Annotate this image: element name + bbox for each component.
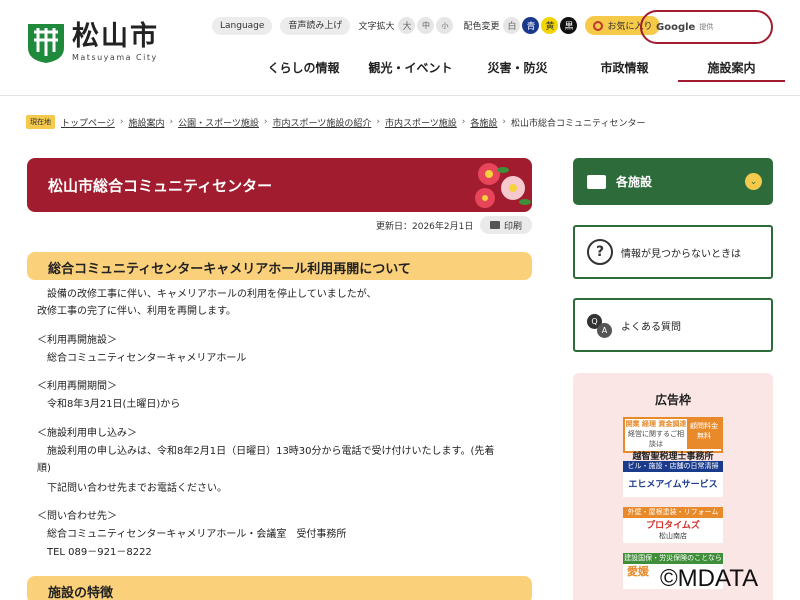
phone-number: TEL 089－921－8222	[47, 547, 152, 558]
ad-name: エヒメアイムサービス	[628, 480, 718, 490]
nav-living[interactable]: くらしの情報	[250, 58, 357, 82]
faq-link[interactable]: Q A よくある質問	[573, 298, 773, 352]
text-size-small[interactable]: 小	[436, 17, 454, 34]
subheading: ＜利用再開期間＞	[37, 381, 117, 392]
subheading: ＜利用再開施設＞	[37, 335, 117, 346]
ad-text: 開業 経理 資金調達	[625, 420, 687, 428]
nav-city-info[interactable]: 市政情報	[571, 58, 678, 82]
ad-banner[interactable]: 外壁・屋根塗装・リフォーム プロタイムズ 松山南店	[623, 507, 723, 543]
chevron-right-icon: ›	[461, 117, 466, 127]
nav-facilities[interactable]: 施設案内	[678, 58, 785, 82]
color-white[interactable]: 白	[503, 17, 521, 34]
paragraph: 総合コミュニティセンターキャメリアホール	[47, 353, 247, 364]
breadcrumb-link[interactable]: 市内スポーツ施設	[385, 116, 457, 129]
printer-icon	[489, 221, 500, 229]
ad-badge: 顧問料金 無料	[687, 419, 721, 449]
subheading: ＜問い合わせ先＞	[37, 511, 117, 522]
text-size-large[interactable]: 大	[398, 17, 416, 34]
breadcrumb-current: 松山市総合コミュニティセンター	[511, 118, 646, 129]
ad-text: ビル・施設・店舗の日常清掃	[623, 461, 723, 472]
utility-bar: Language 音声読み上げ 文字拡大 大 中 小 配色変更 白 青 黄 黒 …	[212, 16, 661, 35]
page-title-bar: 松山市総合コミュニティセンター	[27, 158, 532, 212]
city-emblem-icon	[28, 24, 64, 63]
ad-text: 外壁・屋根塗装・リフォーム	[623, 507, 723, 518]
paragraph: 設備の改修工事に伴い、キャメリアホールの利用を停止していましたが、	[47, 289, 377, 300]
search-box[interactable]: Google 提供	[640, 10, 773, 44]
not-found-label: 情報が見つからないときは	[621, 248, 741, 260]
camellia-flower-icon	[475, 163, 531, 208]
nav-disaster[interactable]: 災害・防災	[464, 58, 571, 82]
breadcrumb-link[interactable]: 施設案内	[128, 116, 164, 129]
subheading: ＜施設利用申し込み＞	[37, 428, 137, 439]
not-found-link[interactable]: ? 情報が見つからないときは	[573, 225, 773, 279]
print-button[interactable]: 印刷	[480, 216, 532, 234]
color-yellow[interactable]: 黄	[541, 17, 559, 34]
logo-name: 松山市	[72, 21, 159, 52]
page-title: 松山市総合コミュニティセンター	[48, 177, 273, 195]
breadcrumb: 現在地 トップページ › 施設案内 › 公園・スポーツ施設 › 市内スポーツ施設…	[26, 115, 645, 129]
section-heading-text: 総合コミュニティセンターキャメリアホール利用再開について	[48, 262, 411, 277]
google-brand: Google	[656, 21, 696, 33]
chevron-right-icon: ›	[502, 117, 506, 127]
paragraph: 改修工事の完了に伴い、利用を再開します。	[37, 306, 236, 317]
section-heading-text: 施設の特徴	[48, 586, 114, 600]
watermark: ©MDATA	[660, 565, 759, 592]
nav-tourism[interactable]: 観光・イベント	[357, 58, 464, 82]
chevron-right-icon: ›	[119, 117, 124, 127]
ad-text: 建設国保・労災保険のことなら	[623, 553, 723, 564]
color-black[interactable]: 黒	[560, 17, 578, 34]
logo-subtitle: Matsuyama City	[72, 53, 158, 62]
text-size-label: 文字拡大	[358, 22, 395, 32]
print-label: 印刷	[503, 221, 522, 232]
breadcrumb-link[interactable]: 各施設	[470, 116, 497, 129]
chevron-right-icon: ›	[169, 117, 174, 127]
qa-icon: Q A	[587, 312, 613, 338]
question-search-icon: ?	[587, 239, 613, 265]
paragraph: 総合コミュニティセンターキャメリアホール・会議室 受付事務所	[47, 529, 347, 540]
breadcrumb-here-badge: 現在地	[26, 115, 55, 129]
faq-label: よくある質問	[621, 321, 681, 333]
ad-banner[interactable]: 開業 経理 資金調達 経営に関するご相談は 顧問料金 無料 越智聖税理士事務所	[623, 417, 723, 462]
section-heading: 施設の特徴	[27, 576, 532, 600]
section-heading: 総合コミュニティセンターキャメリアホール利用再開について	[27, 252, 532, 280]
ad-area-title: 広告枠	[654, 393, 691, 407]
speech-button[interactable]: 音声読み上げ	[280, 16, 351, 35]
site-logo[interactable]: 松山市 Matsuyama City	[26, 22, 159, 64]
color-change-label: 配色変更	[463, 22, 500, 32]
ad-name: プロタイムズ	[646, 521, 700, 531]
facilities-menu-label: 各施設	[616, 175, 653, 189]
chevron-down-icon: ⌄	[745, 173, 762, 190]
paragraph: 施設利用の申し込みは、令和8年2月1日（日曜日）13時30分から電話で受け付けい…	[47, 446, 495, 457]
heart-icon	[593, 20, 604, 31]
breadcrumb-link[interactable]: トップページ	[61, 116, 115, 129]
search-provided-label: 提供	[699, 23, 714, 31]
ad-text: 経営に関するご相談は	[628, 430, 684, 448]
folder-icon	[587, 174, 606, 189]
facilities-menu-button[interactable]: 各施設 ⌄	[573, 158, 773, 205]
color-blue[interactable]: 青	[522, 17, 540, 34]
breadcrumb-link[interactable]: 公園・スポーツ施設	[178, 116, 259, 129]
paragraph: 順)	[37, 463, 51, 474]
paragraph: 令和8年3月21日(土曜日)から	[47, 399, 181, 410]
chevron-right-icon: ›	[376, 117, 380, 127]
language-button[interactable]: Language	[212, 16, 273, 35]
ad-text: 松山南店	[659, 532, 687, 540]
updated-date: 更新日：2026年2月1日	[376, 222, 474, 232]
global-nav: くらしの情報 観光・イベント 災害・防災 市政情報 施設案内	[250, 58, 785, 82]
breadcrumb-link[interactable]: 市内スポーツ施設の紹介	[273, 116, 372, 129]
text-size-medium[interactable]: 中	[417, 17, 435, 34]
ad-banner[interactable]: ビル・施設・店舗の日常清掃 エヒメアイムサービス	[623, 461, 723, 497]
paragraph: 下記問い合わせ先までお電話ください。	[47, 483, 227, 494]
site-header: 松山市 Matsuyama City Language 音声読み上げ 文字拡大 …	[0, 0, 800, 96]
chevron-right-icon: ›	[263, 117, 268, 127]
